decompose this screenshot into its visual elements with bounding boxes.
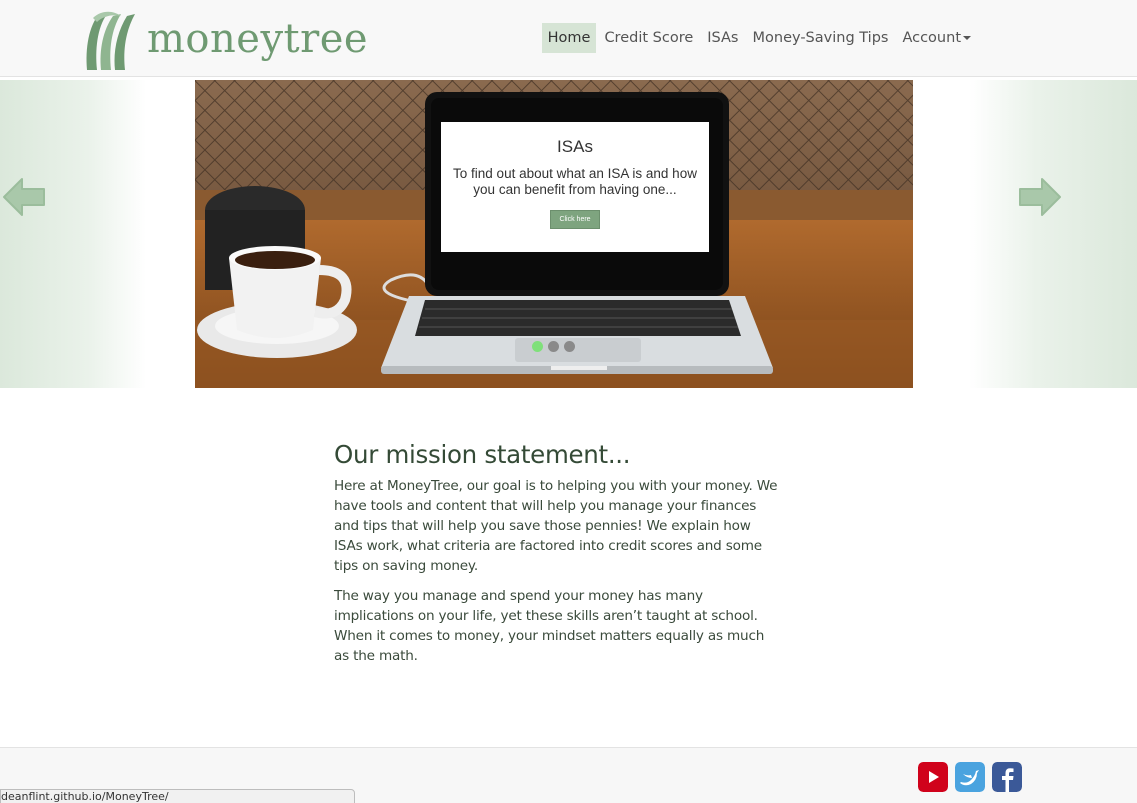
nav-item-isas[interactable]: ISAs bbox=[701, 23, 744, 53]
arrow-right-icon[interactable] bbox=[1016, 175, 1064, 219]
arrow-left-icon[interactable] bbox=[0, 175, 48, 219]
slide-title: ISAs bbox=[557, 137, 593, 156]
facebook-icon[interactable] bbox=[992, 762, 1022, 792]
twitter-icon[interactable] bbox=[955, 762, 985, 792]
carousel-slide: ISAs To find out about what an ISA is an… bbox=[195, 80, 913, 388]
nav-item-home[interactable]: Home bbox=[541, 23, 597, 53]
brand-logo[interactable]: moneytree bbox=[83, 8, 368, 70]
nav-item-credit-score[interactable]: Credit Score bbox=[598, 23, 699, 53]
carousel-control-prev[interactable] bbox=[0, 80, 195, 388]
youtube-icon[interactable] bbox=[918, 762, 948, 792]
caret-down-icon bbox=[963, 36, 971, 40]
slide-caption-card: ISAs To find out about what an ISA is an… bbox=[441, 122, 709, 252]
browser-status-bar-url: deanflint.github.io/MoneyTree/ bbox=[0, 789, 355, 803]
brand-name: moneytree bbox=[147, 16, 369, 62]
carousel-indicator-1[interactable] bbox=[532, 341, 543, 352]
slide-text: To find out about what an ISA is and how… bbox=[453, 166, 697, 197]
mission-paragraph-1: Here at MoneyTree, our goal is to helpin… bbox=[334, 478, 778, 574]
carousel-control-next[interactable] bbox=[913, 80, 1137, 388]
mission-section: Our mission statement... Here at MoneyTr… bbox=[334, 440, 779, 666]
slide-click-here-button[interactable]: Click here bbox=[550, 210, 600, 229]
moneytree-logo-icon bbox=[86, 11, 135, 70]
carousel-indicator-3[interactable] bbox=[564, 341, 575, 352]
nav-item-money-saving-tips[interactable]: Money-Saving Tips bbox=[747, 23, 895, 53]
carousel-indicator-2[interactable] bbox=[548, 341, 559, 352]
carousel: ISAs To find out about what an ISA is an… bbox=[0, 80, 1137, 388]
nav-item-account[interactable]: Account bbox=[896, 23, 977, 53]
nav-item-account-label: Account bbox=[902, 30, 961, 46]
mission-heading: Our mission statement... bbox=[334, 440, 631, 469]
mission-paragraph-2: The way you manage and spend your money … bbox=[334, 588, 765, 664]
social-links bbox=[918, 762, 1022, 792]
navbar: moneytree Home Credit Score ISAs Money-S… bbox=[0, 0, 1137, 77]
carousel-indicators bbox=[532, 341, 575, 352]
main-nav: Home Credit Score ISAs Money-Saving Tips… bbox=[541, 23, 977, 53]
